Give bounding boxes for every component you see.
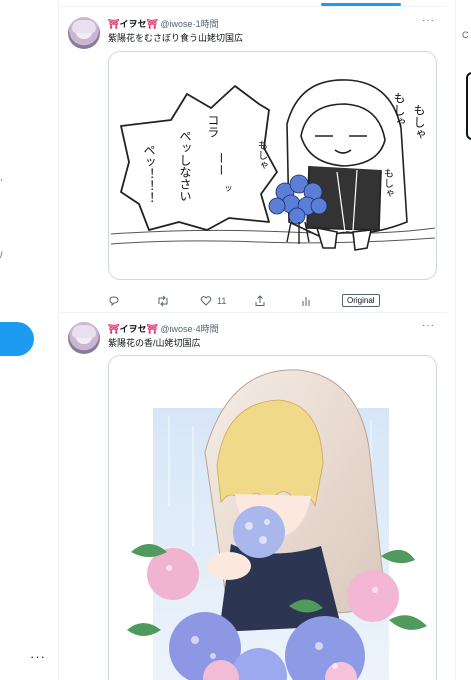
retweet-icon xyxy=(158,295,168,307)
share-icon xyxy=(255,295,265,306)
timeline: ⛩イヲセ⛩ @iwose·1時間 ··· 紫陽花をむさぼり食う山姥切国広 コラ … xyxy=(59,0,447,680)
tweet-more-icon[interactable]: ··· xyxy=(422,320,435,331)
speech-line-3: ッ xyxy=(222,184,232,193)
tweet-timestamp[interactable]: 4時間 xyxy=(196,324,219,334)
heart-icon xyxy=(200,296,212,306)
left-sidebar: , / ··· xyxy=(0,0,58,680)
hand xyxy=(207,552,251,580)
speech-line-5: ペッ！！！ xyxy=(142,144,156,204)
sfx-1: もしゃ xyxy=(392,92,406,128)
tweet-actions: 11 Original xyxy=(108,294,435,309)
right-panel-icon[interactable]: C xyxy=(462,30,469,40)
right-divider xyxy=(455,0,456,680)
share-button[interactable] xyxy=(254,295,266,307)
user-handle[interactable]: @iwose xyxy=(160,19,192,29)
tweet-header: ⛩イヲセ⛩ @iwose·1時間 xyxy=(108,19,219,29)
speech-line-1: コラ xyxy=(206,114,220,138)
retweet-button[interactable] xyxy=(156,295,170,307)
tweet-text: 紫陽花の香/山姥切国広 xyxy=(108,338,201,348)
like-count: 11 xyxy=(217,296,227,306)
sfx-3: もしゃ xyxy=(256,140,267,170)
display-name[interactable]: ⛩イヲセ⛩ xyxy=(108,324,158,334)
reply-button[interactable] xyxy=(108,295,120,307)
right-panel-card[interactable] xyxy=(466,72,471,140)
ground-lines xyxy=(110,227,436,245)
speech-line-2: ーー xyxy=(214,152,228,176)
more-menu-icon[interactable]: ··· xyxy=(30,649,46,664)
tweet[interactable]: ⛩イヲセ⛩ @iwose·4時間 ··· 紫陽花の香/山姥切国広 xyxy=(59,313,447,680)
tweet-image[interactable] xyxy=(108,355,437,680)
reply-icon xyxy=(109,296,119,307)
tweet-more-icon[interactable]: ··· xyxy=(422,15,435,26)
display-name[interactable]: ⛩イヲセ⛩ xyxy=(108,19,158,29)
user-handle[interactable]: @iwose xyxy=(160,324,192,334)
avatar[interactable] xyxy=(68,322,100,354)
tweet-timestamp[interactable]: 1時間 xyxy=(196,19,219,29)
sfx-4: もしゃ xyxy=(382,168,393,198)
tweet-text: 紫陽花をむさぼり食う山姥切国広 xyxy=(108,33,244,43)
original-button[interactable]: Original xyxy=(342,294,380,307)
analytics-icon xyxy=(302,297,310,306)
tweet-image[interactable]: コラ ーー ッ ぺッしなさい ペッ！！！ もしゃ もしゃ もしゃ もしゃ xyxy=(108,51,437,280)
like-button[interactable]: 11 xyxy=(200,295,226,307)
sfx-2: もしゃ xyxy=(412,104,426,140)
tweet-header: ⛩イヲセ⛩ @iwose·4時間 xyxy=(108,324,219,334)
nav-icon-fragment[interactable]: , xyxy=(0,172,3,182)
speech-line-4: ぺッしなさい xyxy=(178,130,192,202)
avatar[interactable] xyxy=(68,17,100,49)
nav-icon-fragment[interactable]: / xyxy=(0,250,3,260)
tweet[interactable]: ⛩イヲセ⛩ @iwose·1時間 ··· 紫陽花をむさぼり食う山姥切国広 コラ … xyxy=(59,7,447,313)
analytics-button[interactable] xyxy=(300,295,312,307)
tweet-button[interactable] xyxy=(0,322,34,356)
